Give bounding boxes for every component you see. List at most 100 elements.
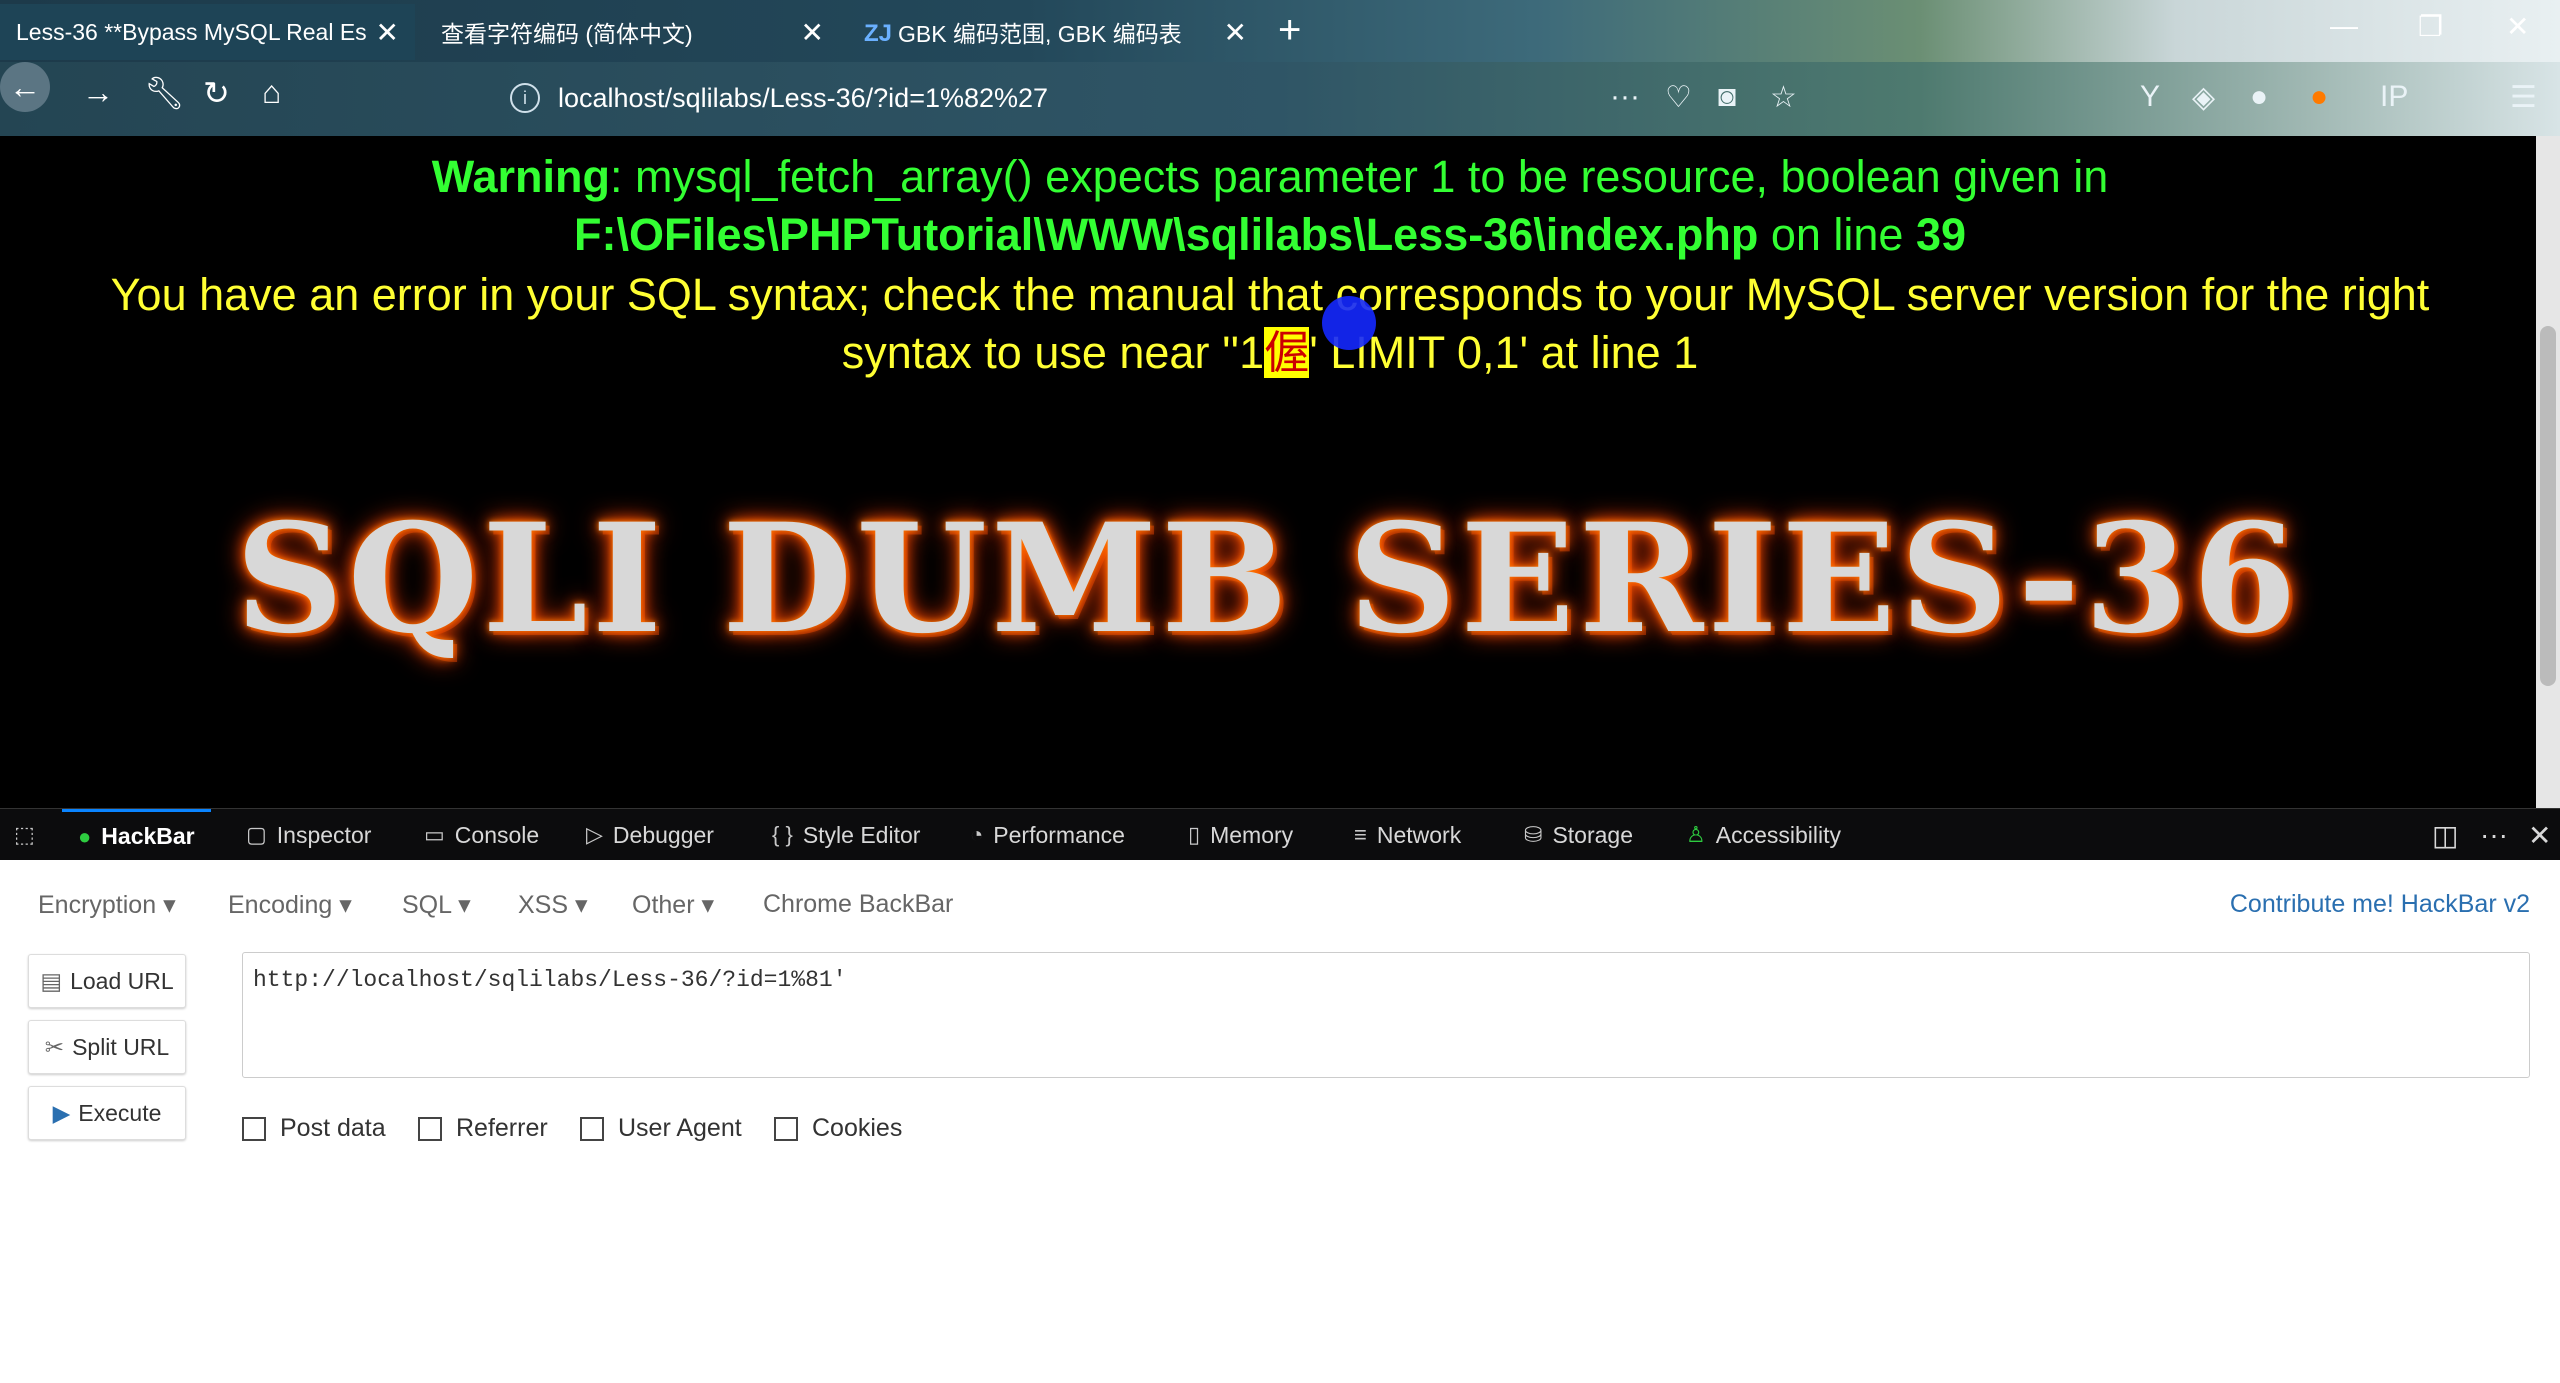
element-picker-icon[interactable]: ⬚ [14,809,45,861]
warning-path: F:\OFiles\PHPTutorial\WWW\sqlilabs\Less-… [574,209,1759,260]
new-tab-icon[interactable]: + [1278,8,1301,53]
checkbox-box[interactable] [418,1116,442,1141]
window-close-icon[interactable]: ✕ [2506,10,2529,43]
cookies-checkbox[interactable]: Cookies [774,1114,902,1143]
tab-style-editor[interactable]: { } Style Editor [772,809,920,861]
pocket-icon[interactable]: ◙ [1718,80,1736,114]
cursor-highlight [1322,296,1376,350]
extension-fox-icon[interactable]: ● [2310,80,2328,114]
restore-icon[interactable]: ❐ [2418,10,2443,43]
checkbox-label: Referrer [456,1114,548,1142]
zj-favicon-icon: ZJ [864,20,893,47]
dropdown-caret-icon: ▾ [701,891,715,919]
contribute-link[interactable]: Contribute me! HackBar v2 [2230,890,2530,919]
checkbox-box[interactable] [242,1116,266,1141]
hackbar-icon: ● [78,823,92,849]
dock-icon[interactable]: ◫ [2432,809,2458,861]
tab-title: GBK 编码范围, GBK 编码表 [898,21,1182,47]
checkbox-box[interactable] [774,1116,798,1141]
hackbar-url-input[interactable]: http://localhost/sqlilabs/Less-36/?id=1%… [242,952,2530,1078]
close-icon[interactable]: ✕ [801,16,824,49]
tab-label: Memory [1210,821,1294,848]
page-scrollbar[interactable] [2536,136,2560,808]
wrench-icon[interactable]: 🔧︎ [144,74,185,112]
back-icon[interactable]: ← [0,62,50,112]
dropdown-caret-icon: ▾ [458,891,471,919]
gauge-icon: ◔ [970,822,984,847]
tab-less-36[interactable]: Less-36 **Bypass MySQL Real Es ✕ [0,4,415,60]
menu-encryption[interactable]: Encryption ▾ [38,890,176,920]
checkbox-label: User Agent [618,1114,742,1142]
referrer-checkbox[interactable]: Referrer [418,1114,548,1143]
tab-label: HackBar [101,823,195,849]
hackbar-panel: Encryption ▾ Encoding ▾ SQL ▾ XSS ▾ Othe… [0,860,2560,1383]
extension-blue-icon[interactable]: ● [2250,80,2268,114]
menu-label: XSS [518,891,569,919]
checkbox-box[interactable] [580,1116,604,1141]
tab-title: 查看字符编码 (简体中文) [441,21,693,47]
post-data-checkbox[interactable]: Post data [242,1114,386,1143]
dropdown-caret-icon: ▾ [163,891,176,919]
storage-icon: ⛁ [1524,822,1543,847]
reload-icon[interactable]: ↻ [203,74,230,112]
devtools-close-icon[interactable]: ✕ [2528,809,2551,861]
menu-label: SQL [402,891,452,919]
sql-error-message: You have an error in your SQL syntax; ch… [60,266,2480,382]
menu-chrome-backbar[interactable]: Chrome BackBar [763,890,953,919]
tab-label: Console [454,821,540,848]
load-url-button[interactable]: ▤ Load URL [28,954,186,1008]
scrollbar-thumb[interactable] [2540,326,2556,686]
tab-storage[interactable]: ⛁ Storage [1524,809,1633,861]
close-icon[interactable]: ✕ [1224,16,1247,49]
tab-network[interactable]: ≡ Network [1354,809,1461,861]
tab-debugger[interactable]: ▷ Debugger [586,809,714,861]
close-icon[interactable]: ✕ [376,16,399,49]
menu-sql[interactable]: SQL ▾ [402,890,471,920]
extension-y-icon[interactable]: Y [2140,80,2160,114]
forward-icon[interactable]: → [82,74,114,111]
tab-inspector[interactable]: ▢ Inspector [246,809,371,861]
url-text: localhost/sqlilabs/Less-36/?id=1%82%27 [558,82,1049,113]
menu-label: Encryption [38,891,157,919]
tab-label: Performance [993,821,1125,848]
split-url-button[interactable]: ✂ Split URL [28,1020,186,1074]
tab-performance[interactable]: ◔ Performance [970,809,1125,861]
options-icon[interactable]: ··· [2480,809,2508,861]
checkbox-label: Cookies [812,1114,903,1142]
warning-text: : mysql_fetch_array() expects parameter … [610,151,2109,202]
menu-encoding[interactable]: Encoding ▾ [228,890,352,920]
gbk-character: 偓 [1264,327,1310,378]
menu-xss[interactable]: XSS ▾ [518,890,588,920]
minimize-icon[interactable]: — [2330,10,2358,42]
warning-on-line: on line [1758,209,1916,260]
tab-memory[interactable]: ▯ Memory [1188,809,1293,861]
tab-label: Network [1376,821,1462,848]
tab-accessibility[interactable]: ♙ Accessibility [1686,809,1841,861]
memory-icon: ▯ [1188,822,1201,847]
tab-label: Style Editor [802,821,921,848]
tab-gbk[interactable]: ZJ GBK 编码范围, GBK 编码表 ✕ [848,4,1263,60]
menu-label: Other [632,891,695,919]
warning-label: Warning [431,151,611,202]
extension-shield-icon[interactable]: ◈ [2192,80,2215,115]
button-label: Execute [78,1099,162,1126]
menu-icon[interactable]: ☰ [2510,80,2537,115]
extension-ip-icon[interactable]: IP [2380,80,2408,114]
tab-charset[interactable]: 查看字符编码 (简体中文) ✕ [425,4,840,60]
title-bar: Less-36 **Bypass MySQL Real Es ✕ 查看字符编码 … [0,0,2560,62]
home-icon[interactable]: ⌂ [262,74,281,111]
tab-console[interactable]: ▭ Console [424,809,539,861]
menu-other[interactable]: Other ▾ [632,890,714,920]
debugger-icon: ▷ [586,822,603,847]
user-agent-checkbox[interactable]: User Agent [580,1114,742,1143]
page-content: Warning: mysql_fetch_array() expects par… [0,136,2536,808]
php-warning: Warning: mysql_fetch_array() expects par… [60,148,2480,264]
tab-label: Storage [1552,821,1633,848]
bulb-icon[interactable]: ♡ [1665,80,1692,115]
tab-hackbar[interactable]: ● HackBar [62,809,211,861]
more-icon[interactable]: ··· [1610,80,1640,114]
execute-button[interactable]: ▶ Execute [28,1086,186,1140]
bookmark-star-icon[interactable]: ☆ [1770,80,1797,115]
dropdown-caret-icon: ▾ [574,891,588,919]
info-icon[interactable]: i [510,83,540,113]
